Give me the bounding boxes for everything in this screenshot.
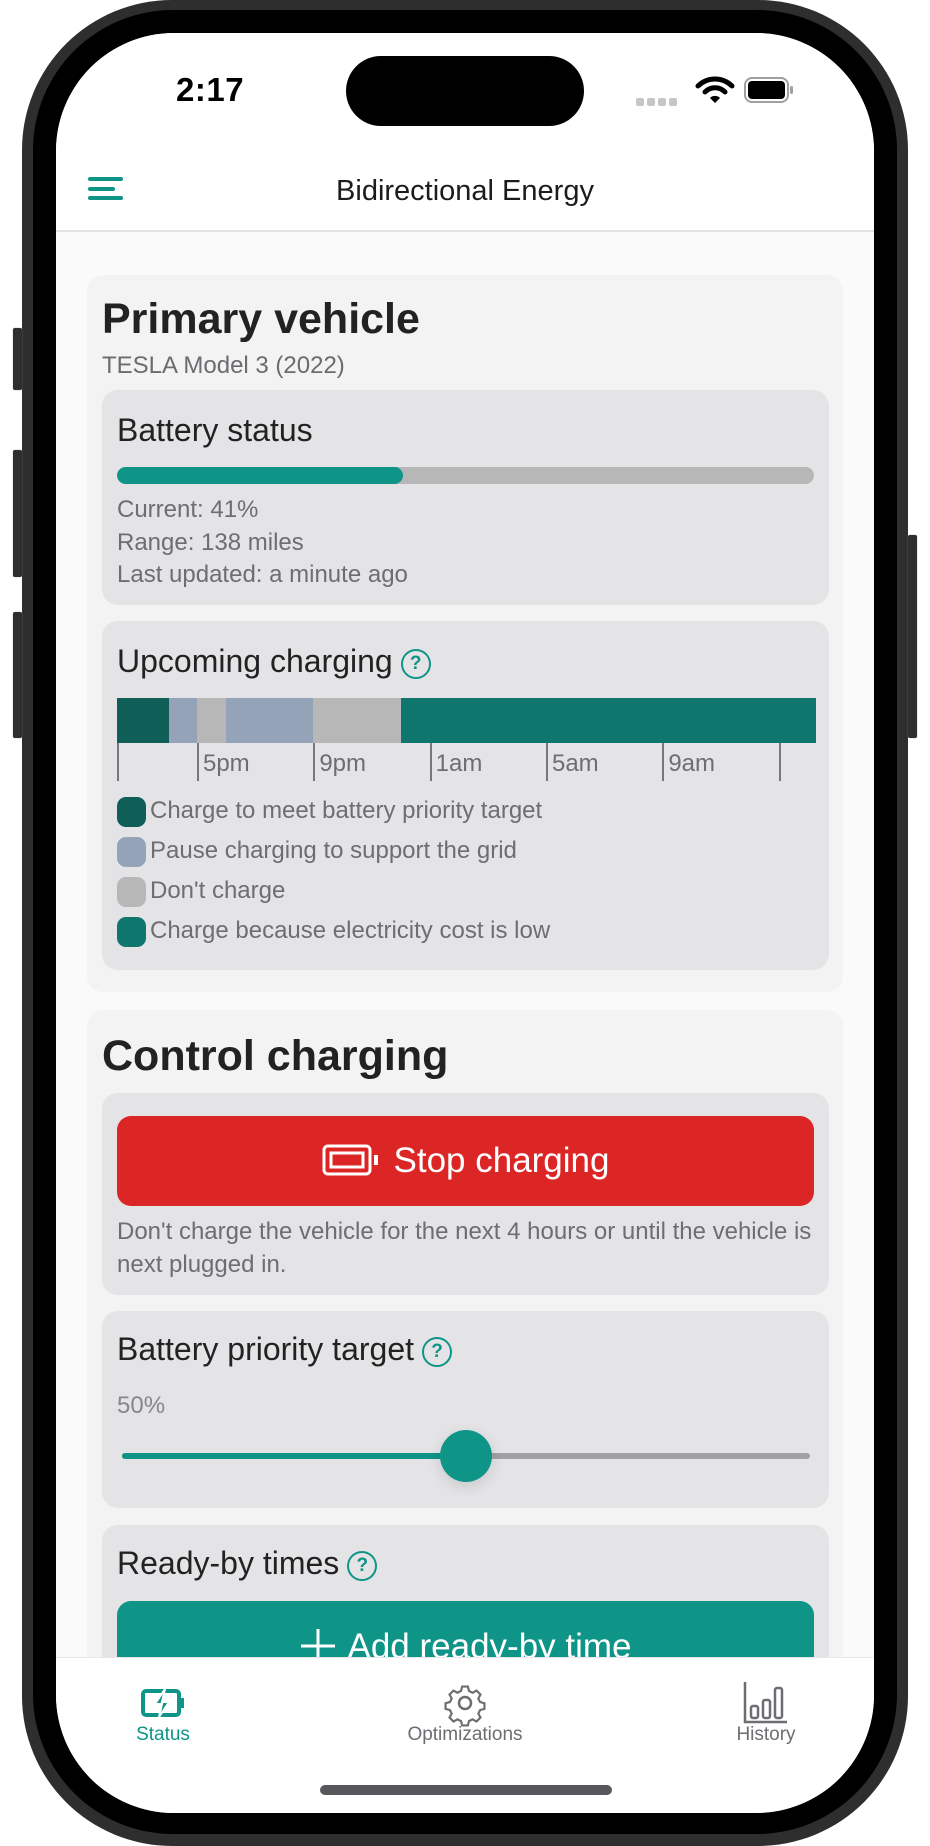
timeline-tick [429,743,432,781]
battery-status-icon [744,77,793,103]
plus-icon [301,1628,336,1657]
add-ready-by-label: Add ready-by time [347,1627,632,1657]
legend-item: Don't charge [117,876,550,916]
timeline-segment-dont [313,698,402,743]
battery-last-updated: Last updated: a minute ago [117,561,408,588]
action-button [13,328,22,390]
battery-priority-label: Battery priority target [117,1331,414,1367]
battery-priority-title: Battery priority target? [117,1331,452,1368]
stop-charging-card: Stop charging Don't charge the vehicle f… [102,1093,829,1295]
timeline-segment-pause [169,698,198,743]
legend-item: Charge to meet battery priority target [117,796,550,836]
timeline-tick-label: 5pm [202,750,250,777]
timeline-tick-label: 9pm [319,750,366,777]
stop-charging-description: Don't charge the vehicle for the next 4 … [117,1218,812,1278]
timeline-segment-target [117,698,170,743]
home-indicator[interactable] [320,1785,612,1795]
battery-current: Current: 41% [117,496,259,523]
legend-swatch [117,876,146,907]
legend-item: Pause charging to support the grid [117,836,550,876]
battery-priority-value: 50% [117,1392,166,1419]
scroll-content[interactable]: Primary vehicle TESLA Model 3 (2022) Bat… [56,232,874,1657]
timeline-tick [196,743,199,781]
timeline-segment-pause [226,698,314,743]
page-title: Bidirectional Energy [336,175,594,207]
bar-chart-icon [743,1682,787,1724]
volume-up-button [13,450,22,577]
ready-by-card: Ready-by times? Add ready-by time [102,1525,829,1657]
battery-progress-bar [117,467,814,484]
charging-legend: Charge to meet battery priority target Pa… [117,796,550,956]
control-charging-card: Control charging Stop charging Don't cha… [87,1010,843,1657]
cellular-signal-icon [636,93,680,111]
vehicle-model: TESLA Model 3 (2022) [102,352,345,379]
timeline-tick-label: 9am [668,750,715,777]
timeline-tick [117,743,119,781]
gear-icon [444,1685,486,1727]
legend-label: Pause charging to support the grid [150,837,517,864]
battery-status-card: Battery status Current: 41% Range: 138 m… [102,390,829,605]
help-icon[interactable]: ? [400,648,431,679]
ready-by-title: Ready-by times? [117,1545,378,1582]
battery-progress-fill [117,467,403,484]
timeline-tick [545,743,548,781]
slider-thumb[interactable] [440,1430,492,1482]
ready-by-label: Ready-by times [117,1545,340,1581]
charging-timeline: 5pm 9pm 1am 5am 9am [117,698,816,781]
control-charging-title: Control charging [102,1032,449,1080]
power-button [908,535,917,738]
battery-charging-icon [141,1688,184,1718]
battery-priority-slider[interactable] [122,1430,810,1482]
timeline-tick-label: 5am [551,750,599,777]
legend-swatch [117,796,146,827]
battery-range: Range: 138 miles [117,529,304,556]
tab-label: Optimizations [407,1724,523,1745]
legend-swatch [117,836,146,867]
primary-vehicle-title: Primary vehicle [102,295,420,343]
help-icon[interactable]: ? [422,1336,452,1367]
tab-bar: Status Optimizations History [56,1657,874,1813]
legend-label: Charge because electricity cost is low [150,917,551,944]
timeline-segment-dont [196,698,227,743]
tab-label: History [736,1724,796,1745]
legend-swatch [117,916,146,947]
legend-label: Don't charge [150,877,286,904]
slider-fill [122,1453,466,1459]
timeline-tick [778,743,781,781]
screen: 2:17 Bidirectional Energy Primary vehicl… [56,33,874,1813]
tab-label: Status [136,1724,190,1745]
timeline-tick [662,743,665,781]
primary-vehicle-card: Primary vehicle TESLA Model 3 (2022) Bat… [87,275,843,992]
legend-item: Charge because electricity cost is low [117,916,550,956]
app-header: Bidirectional Energy [56,153,874,232]
add-ready-by-button[interactable]: Add ready-by time [117,1601,814,1657]
timeline-tick-label: 1am [435,750,483,777]
volume-down-button [13,612,22,738]
stop-charging-label: Stop charging [393,1141,610,1180]
legend-label: Charge to meet battery priority target [150,797,543,824]
dynamic-island [346,56,584,126]
timeline-segment-low_cost [400,698,816,743]
stop-charging-button[interactable]: Stop charging [117,1116,814,1206]
status-bar: 2:17 [56,33,874,153]
wifi-icon [695,76,735,103]
status-time: 2:17 [176,71,245,108]
upcoming-charging-title: Upcoming charging? [117,643,431,680]
battery-icon [322,1144,378,1176]
upcoming-charging-card: Upcoming charging? 5pm 9pm 1am 5am 9am Charg… [102,621,829,970]
upcoming-charging-label: Upcoming charging [117,643,393,679]
battery-priority-card: Battery priority target? 50% [102,1311,829,1508]
timeline-tick [313,743,316,781]
battery-status-title: Battery status [117,412,313,448]
help-icon[interactable]: ? [347,1550,378,1581]
